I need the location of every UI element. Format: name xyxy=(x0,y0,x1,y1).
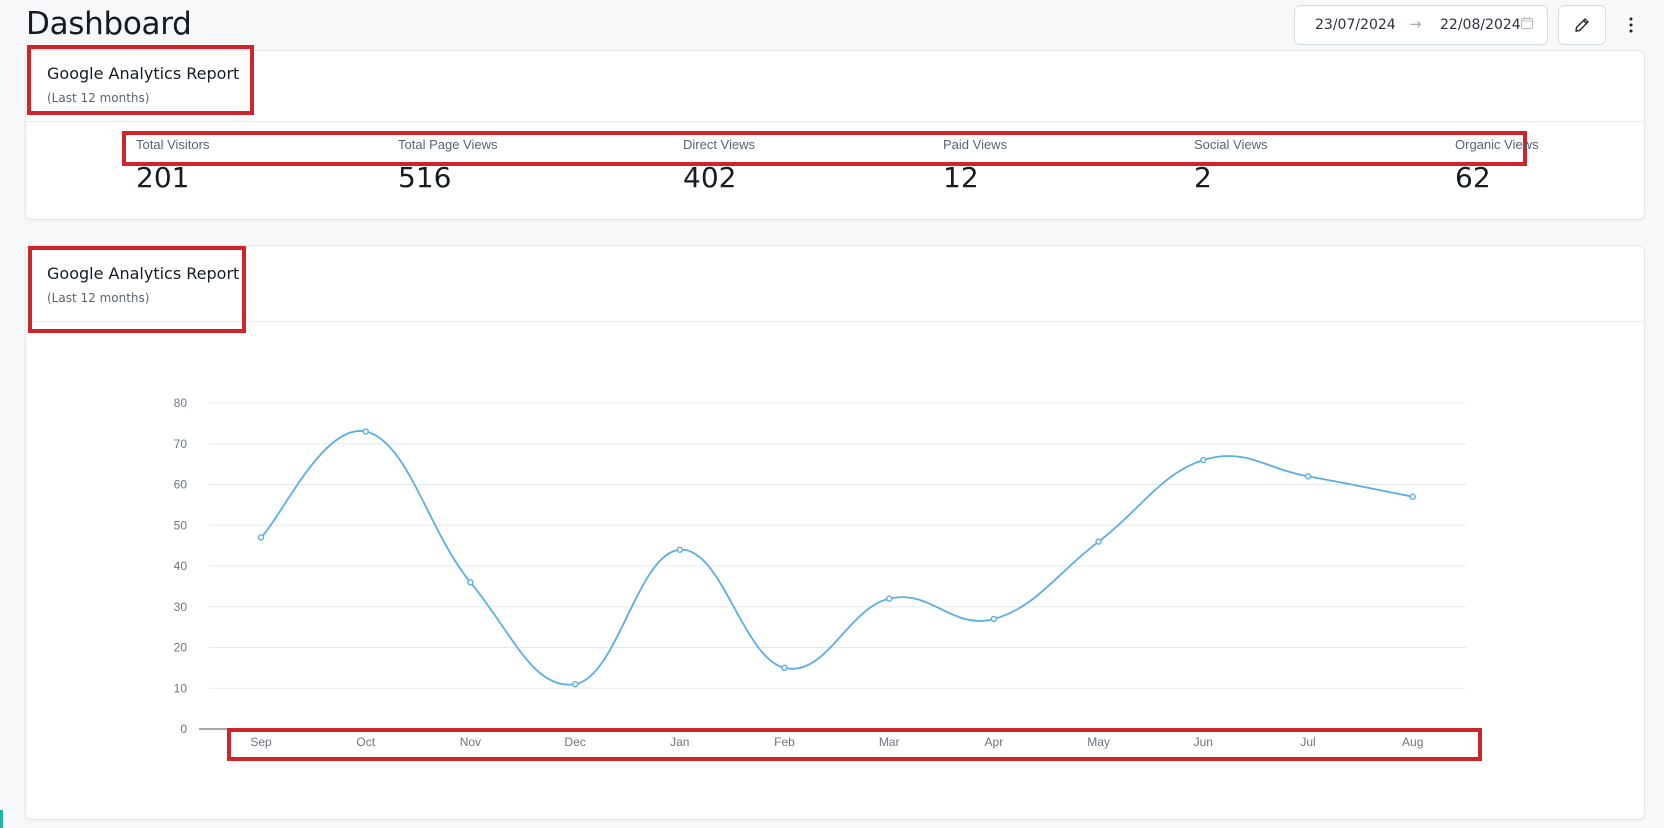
y-tick-label: 70 xyxy=(174,437,188,451)
stat-total-page-views: Total Page Views 516 xyxy=(398,137,498,194)
edit-button[interactable] xyxy=(1558,5,1606,45)
pencil-icon xyxy=(1575,18,1589,32)
y-tick-label: 20 xyxy=(174,641,188,655)
start-date-input[interactable]: 23/07/2024 xyxy=(1315,17,1396,33)
data-point xyxy=(571,680,579,688)
stat-paid-views: Paid Views 12 xyxy=(943,137,1007,194)
data-point xyxy=(1200,456,1207,464)
end-date-input[interactable]: 22/08/2024 xyxy=(1440,17,1521,33)
more-options-button[interactable] xyxy=(1620,8,1642,42)
chart-card: Google Analytics Report (Last 12 months)… xyxy=(25,245,1645,820)
highlight-box-x-axis-labels xyxy=(227,728,1482,761)
stat-value: 62 xyxy=(1455,161,1491,194)
y-tick-label: 0 xyxy=(180,722,187,736)
stat-total-visitors: Total Visitors 201 xyxy=(136,137,209,194)
stat-direct-views: Direct Views 402 xyxy=(683,137,755,194)
y-tick-label: 60 xyxy=(174,478,188,492)
data-point xyxy=(362,428,369,435)
stat-label: Organic Views xyxy=(1455,137,1539,152)
data-point xyxy=(886,595,893,602)
left-edge-marker xyxy=(0,810,3,828)
page-title: Dashboard xyxy=(26,6,192,42)
data-point xyxy=(781,664,788,672)
highlight-box-stat-labels xyxy=(122,131,1527,166)
data-point xyxy=(1304,473,1312,480)
stat-label: Social Views xyxy=(1194,137,1268,152)
y-tick-label: 40 xyxy=(174,559,188,573)
data-point xyxy=(257,534,265,541)
data-point xyxy=(676,546,683,553)
stat-value: 201 xyxy=(136,161,190,194)
summary-card: Google Analytics Report (Last 12 months)… xyxy=(25,45,1645,220)
summary-card-header: Google Analytics Report (Last 12 months) xyxy=(26,51,1644,122)
stat-label: Total Visitors xyxy=(136,137,210,152)
calendar-icon[interactable] xyxy=(1521,17,1533,29)
y-tick-label: 80 xyxy=(174,396,188,410)
stat-label: Paid Views xyxy=(943,137,1008,152)
vertical-dots-icon xyxy=(1629,17,1633,33)
data-point xyxy=(1095,538,1102,545)
y-tick-label: 30 xyxy=(174,600,188,614)
data-point xyxy=(1409,493,1416,500)
stat-social-views: Social Views 2 xyxy=(1194,137,1267,194)
stat-organic-views: Organic Views 62 xyxy=(1455,137,1539,194)
arrow-right-icon: → xyxy=(1409,15,1422,33)
stat-value: 12 xyxy=(943,161,979,194)
stat-value: 2 xyxy=(1194,161,1212,194)
stat-value: 402 xyxy=(683,161,737,194)
stat-value: 516 xyxy=(398,161,452,194)
y-tick-label: 10 xyxy=(174,681,188,695)
highlight-box-summary-title xyxy=(27,45,254,115)
date-range-picker[interactable]: 23/07/2024 → 22/08/2024 xyxy=(1294,5,1548,45)
y-tick-label: 50 xyxy=(174,518,188,532)
data-point xyxy=(990,615,998,623)
data-point xyxy=(467,579,474,586)
stat-label: Total Page Views xyxy=(398,137,498,152)
stat-label: Direct Views xyxy=(683,137,756,152)
series-line xyxy=(260,430,1413,686)
